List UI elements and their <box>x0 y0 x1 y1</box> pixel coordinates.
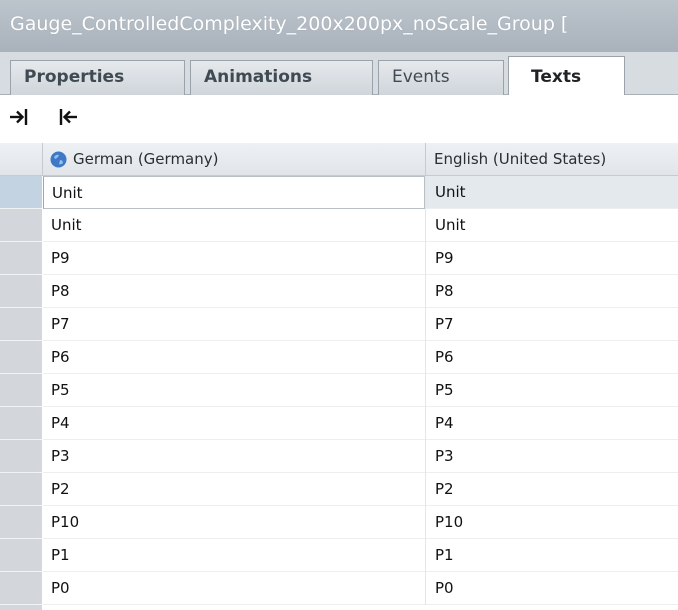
row-header[interactable] <box>0 209 42 242</box>
table-row[interactable]: P2 P2 <box>0 473 678 506</box>
table-row[interactable]: P5 P5 <box>0 374 678 407</box>
row-header[interactable] <box>0 440 42 473</box>
table-row[interactable]: P6 P6 <box>0 341 678 374</box>
tab-events[interactable]: Events <box>378 60 504 95</box>
english-text-cell[interactable]: P9 <box>426 242 678 275</box>
german-text-cell[interactable]: P4 <box>43 407 425 440</box>
row-header[interactable] <box>0 176 42 209</box>
english-text-cell[interactable]: P2 <box>426 473 678 506</box>
row-header[interactable] <box>0 341 42 374</box>
arrow-right-into-bar-icon[interactable] <box>8 107 30 127</box>
row-header[interactable] <box>0 473 42 506</box>
header-divider <box>425 143 426 176</box>
english-text-cell[interactable]: Unit <box>426 176 678 209</box>
table-row[interactable]: P3 P3 <box>0 440 678 473</box>
tab-animations[interactable]: Animations <box>190 60 373 95</box>
grid-header: German (Germany) English (United States) <box>0 143 678 176</box>
tab-properties[interactable]: Properties <box>10 60 185 95</box>
english-text-cell[interactable]: P7 <box>426 308 678 341</box>
row-header[interactable] <box>0 242 42 275</box>
english-text-cell[interactable]: P3 <box>426 440 678 473</box>
english-text-cell[interactable]: P4 <box>426 407 678 440</box>
german-text-cell[interactable]: P0 <box>43 572 425 605</box>
table-row[interactable]: Unit Unit <box>0 176 678 209</box>
german-text-cell[interactable]: Unit <box>43 176 425 209</box>
row-header-stub <box>0 605 42 610</box>
english-text-cell[interactable]: P6 <box>426 341 678 374</box>
german-text-cell[interactable]: P10 <box>43 506 425 539</box>
german-text-cell[interactable]: P1 <box>43 539 425 572</box>
toolbar <box>0 95 678 138</box>
row-header[interactable] <box>0 275 42 308</box>
texts-grid: German (Germany) English (United States)… <box>0 143 678 610</box>
table-row[interactable]: P4 P4 <box>0 407 678 440</box>
german-text-cell[interactable]: P6 <box>43 341 425 374</box>
english-text-cell[interactable]: P5 <box>426 374 678 407</box>
window-title: Gauge_ControlledComplexity_200x200px_noS… <box>0 0 678 52</box>
row-header[interactable] <box>0 407 42 440</box>
english-text-cell[interactable]: P0 <box>426 572 678 605</box>
arrow-left-into-bar-icon[interactable] <box>57 107 79 127</box>
english-text-cell[interactable]: P1 <box>426 539 678 572</box>
table-row[interactable]: P10 P10 <box>0 506 678 539</box>
table-row[interactable]: P9 P9 <box>0 242 678 275</box>
english-text-cell[interactable]: Unit <box>426 209 678 242</box>
tab-bar: Properties Animations Events Texts <box>0 52 678 96</box>
table-row[interactable]: P1 P1 <box>0 539 678 572</box>
row-header[interactable] <box>0 539 42 572</box>
german-text-cell[interactable]: P2 <box>43 473 425 506</box>
header-divider <box>42 143 43 176</box>
globe-icon <box>50 151 67 168</box>
row-header[interactable] <box>0 572 42 605</box>
table-row[interactable]: P8 P8 <box>0 275 678 308</box>
column-header-english[interactable]: English (United States) <box>434 143 678 176</box>
row-header[interactable] <box>0 374 42 407</box>
tab-texts[interactable]: Texts <box>508 56 625 96</box>
table-row[interactable]: P0 P0 <box>0 572 678 605</box>
german-text-cell[interactable]: Unit <box>43 209 425 242</box>
column-header-german[interactable]: German (Germany) <box>73 143 423 176</box>
german-text-cell[interactable]: P5 <box>43 374 425 407</box>
german-text-cell[interactable]: P8 <box>43 275 425 308</box>
table-row[interactable]: P7 P7 <box>0 308 678 341</box>
german-text-cell[interactable]: P7 <box>43 308 425 341</box>
english-text-cell[interactable]: P10 <box>426 506 678 539</box>
table-row[interactable]: Unit Unit <box>0 209 678 242</box>
german-text-cell[interactable]: P9 <box>43 242 425 275</box>
english-text-cell[interactable]: P8 <box>426 275 678 308</box>
german-text-cell[interactable]: P3 <box>43 440 425 473</box>
row-header[interactable] <box>0 308 42 341</box>
row-header[interactable] <box>0 506 42 539</box>
